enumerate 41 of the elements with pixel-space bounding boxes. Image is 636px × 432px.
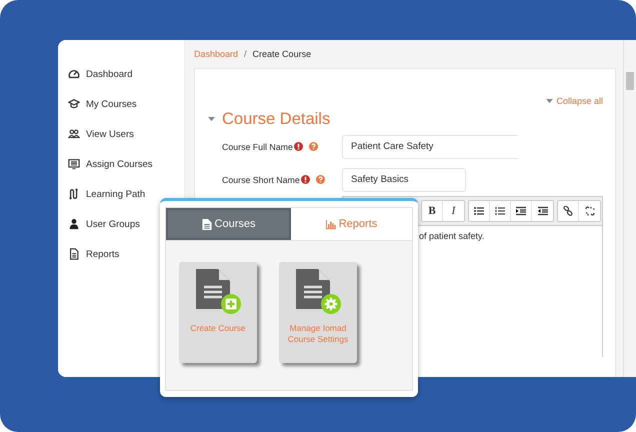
breadcrumb-separator: / xyxy=(244,49,247,59)
bar-chart-icon xyxy=(326,218,336,230)
indent-icon xyxy=(516,206,526,216)
required-icon xyxy=(294,142,303,151)
breadcrumb-current: Create Course xyxy=(252,49,312,59)
user-icon xyxy=(68,218,80,230)
sidebar-item[interactable]: Learning Path xyxy=(58,179,184,209)
caret-icon xyxy=(208,116,215,122)
link-icon xyxy=(563,206,573,216)
bullet-list-icon xyxy=(474,206,484,216)
tab[interactable]: Courses xyxy=(166,208,291,240)
sidebar-item[interactable]: My Courses xyxy=(58,89,184,119)
monitor-icon xyxy=(68,158,80,170)
bullet-list-button[interactable] xyxy=(469,201,490,221)
numbered-list-icon xyxy=(495,206,505,216)
path-icon xyxy=(68,188,80,200)
bold-button[interactable]: B xyxy=(422,201,443,221)
document-settings-icon xyxy=(294,269,342,315)
sidebar-item[interactable]: View Users xyxy=(58,119,184,149)
scrollbar-thumb[interactable] xyxy=(626,72,634,90)
field-label: Course Full Name xyxy=(222,142,293,152)
sidebar-item[interactable]: Dashboard xyxy=(58,59,184,89)
sidebar-item[interactable]: Assign Courses xyxy=(58,149,184,179)
field-label: Course Short Name xyxy=(222,174,300,184)
unlink-icon xyxy=(584,206,594,216)
editor-text: of patient safety. xyxy=(419,231,484,241)
outdent-icon xyxy=(538,206,548,216)
caret-icon xyxy=(546,98,554,104)
link-button[interactable] xyxy=(558,201,579,221)
help-icon[interactable] xyxy=(316,175,325,184)
document-icon xyxy=(68,248,80,260)
help-icon[interactable] xyxy=(308,142,318,151)
text-field[interactable]: Safety Basics xyxy=(342,168,466,192)
gauge-icon xyxy=(68,68,80,80)
text-field[interactable]: Patient Care Safety xyxy=(342,134,518,158)
scrollbar[interactable] xyxy=(623,40,636,377)
users-icon xyxy=(68,128,80,140)
document-icon xyxy=(202,218,212,230)
required-icon xyxy=(300,175,310,184)
graduation-cap-icon xyxy=(68,98,80,110)
document-add-icon xyxy=(194,269,242,315)
